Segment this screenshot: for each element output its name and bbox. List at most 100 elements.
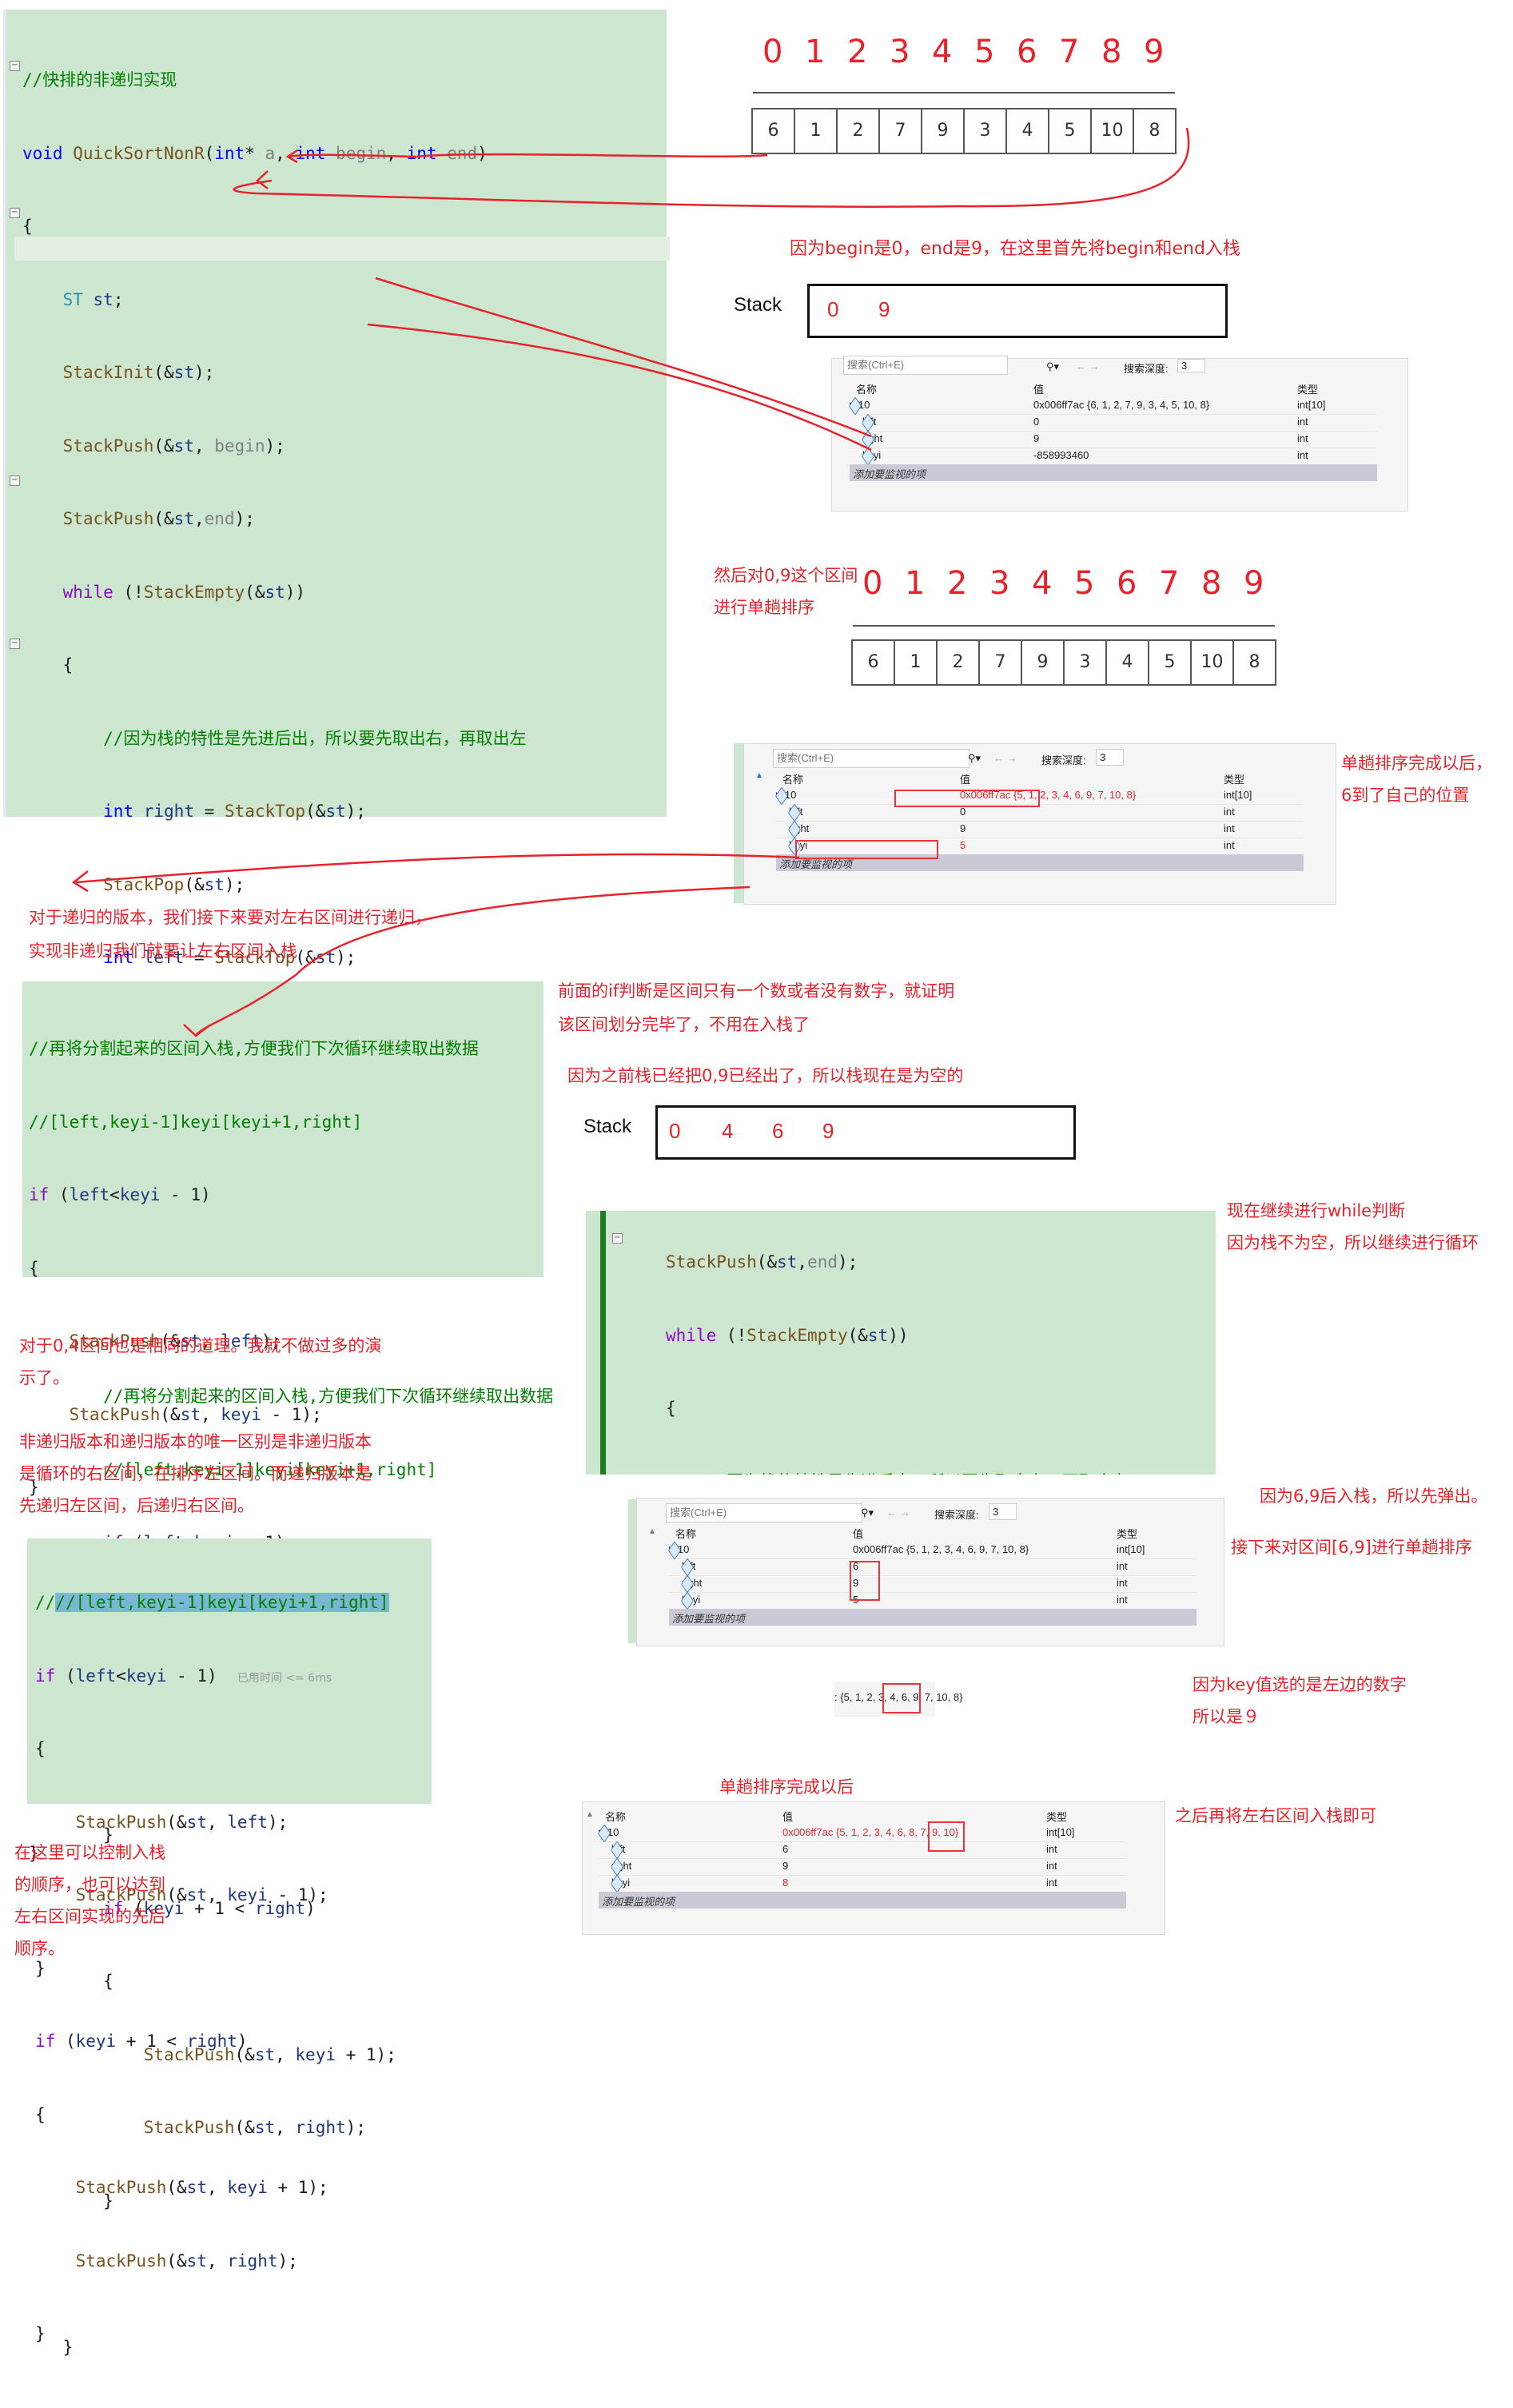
code-comment-selected[interactable]: ////[left,keyi-1]keyi[keyi+1,right] <box>35 1590 389 1615</box>
watch-search-input[interactable]: 搜索(Ctrl+E) <box>666 1503 862 1522</box>
array-cell: 6 <box>851 639 895 686</box>
array-cell: 4 <box>1105 639 1149 686</box>
search-depth-select[interactable]: 3 <box>1096 749 1125 766</box>
watch-var-name: right <box>680 1574 702 1594</box>
col-header-value[interactable]: 值 <box>960 771 970 786</box>
array-cell: 5 <box>1048 108 1092 154</box>
code-line: StackPush(&st,end); <box>666 1252 858 1272</box>
fold-toggle-if-left[interactable]: − <box>10 476 20 486</box>
fold-toggle-while[interactable]: − <box>612 1233 623 1244</box>
watch-var-value: 0x006ff7ac {6, 1, 2, 7, 9, 3, 4, 5, 10, … <box>1033 399 1210 411</box>
array-index-label: 8 <box>1101 34 1122 70</box>
search-icon[interactable]: ⚲▾ <box>861 1506 874 1519</box>
code-comment: //[left,keyi-1]keyi[keyi+1,right] <box>29 1112 363 1132</box>
add-watch-item[interactable]: 添加要监视的项 <box>669 1609 1196 1626</box>
add-watch-item[interactable]: 添加要监视的项 <box>850 464 1377 481</box>
array-cell: 10 <box>1090 108 1134 154</box>
watch-row[interactable]: keyi -858993460 int <box>850 447 1377 466</box>
code-line: if (left<keyi - 1) 已用时间 <= 6ms <box>35 1666 332 1686</box>
stack-value: 9 <box>822 1119 834 1143</box>
watch-row[interactable]: ▶a,100x006ff7ac {5, 1, 2, 3, 4, 6, 9, 7,… <box>774 786 1304 806</box>
col-header-name[interactable]: 名称 <box>605 1809 626 1824</box>
nav-arrows[interactable]: ← → <box>886 1506 910 1518</box>
watch-search-input[interactable]: 搜索(Ctrl+E) <box>843 356 1008 375</box>
variable-icon <box>667 1541 682 1560</box>
array-cell: 1 <box>894 639 938 686</box>
fold-toggle-if-right[interactable]: − <box>10 639 20 649</box>
code-line: StackPush(&st, right); <box>75 2251 298 2271</box>
search-depth-select[interactable]: 3 <box>989 1503 1017 1520</box>
search-icon[interactable]: ⚲▾ <box>1046 360 1059 373</box>
search-depth-select[interactable]: 3 <box>1177 359 1206 372</box>
col-header-type[interactable]: 类型 <box>1117 1526 1137 1541</box>
watch-var-name: right <box>787 820 809 839</box>
nav-arrows[interactable]: ← → <box>993 752 1017 764</box>
col-header-name[interactable]: 名称 <box>856 381 877 396</box>
fold-toggle-while[interactable]: − <box>10 208 20 218</box>
watch-var-type: int[10] <box>1297 399 1326 411</box>
col-header-value[interactable]: 值 <box>782 1809 793 1824</box>
code-line: ST st; <box>62 289 124 309</box>
array-cell: 2 <box>936 639 980 686</box>
array-cell: 8 <box>1133 108 1177 154</box>
array-cell: 7 <box>978 639 1022 686</box>
stack-value: 0 <box>669 1119 681 1143</box>
variable-icon <box>787 803 802 822</box>
watch-row[interactable]: left6int <box>669 1558 1196 1577</box>
scroll-up-icon[interactable]: ▲ <box>648 1527 656 1536</box>
watch-search-input[interactable]: 搜索(Ctrl+E) <box>773 749 970 768</box>
watch-var-type: int <box>1117 1560 1128 1572</box>
array-cell: 8 <box>1232 639 1276 686</box>
watch-var-type: int <box>1117 1594 1128 1606</box>
code-line: if (keyi + 1 < right) <box>35 2032 248 2051</box>
watch-var-name: right <box>861 430 882 449</box>
highlight-left-right <box>850 1561 880 1601</box>
code-line: } <box>35 2324 46 2343</box>
col-header-name[interactable]: 名称 <box>675 1526 696 1541</box>
col-header-type[interactable]: 类型 <box>1046 1809 1067 1824</box>
code-line-push-end: StackPush(&st,end); <box>62 509 255 528</box>
col-header-type[interactable]: 类型 <box>1224 771 1244 786</box>
array-index-label: 3 <box>890 34 910 70</box>
note-recursive-2: 实现非递归我们就要让左右区间入栈 <box>29 941 297 961</box>
watch-row[interactable]: right9int <box>669 1574 1196 1594</box>
note-recursive-1: 对于递归的版本，我们接下来要对左右区间进行递归， <box>29 908 432 927</box>
watch-row[interactable]: keyi5int <box>669 1591 1196 1610</box>
watch-row[interactable]: ▶a,100x006ff7ac {5, 1, 2, 3, 4, 6, 8, 7,… <box>597 1824 1126 1843</box>
search-icon[interactable]: ⚲▾ <box>968 752 981 765</box>
search-depth-label: 搜索深度: <box>1041 754 1086 766</box>
highlight-array <box>894 790 1040 807</box>
note-diff-2: 是循环的右区间，在排序左区间。而递归版本是 <box>19 1464 372 1483</box>
array-index-label: 4 <box>932 34 953 70</box>
scroll-up-icon[interactable]: ▲ <box>586 1810 594 1819</box>
watch-var-type: int <box>1297 416 1308 428</box>
array-diagram-2: 0123456789 6 1 2 7 9 3 4 5 10 8 <box>851 565 1299 691</box>
col-header-type[interactable]: 类型 <box>1297 381 1318 396</box>
watch-var-type: int <box>1046 1877 1057 1889</box>
col-header-value[interactable]: 值 <box>853 1526 863 1541</box>
note-if-check-1: 前面的if判断是区间只有一个数或者没有数字，就证明 <box>558 981 955 1001</box>
watch-row[interactable]: ▶a,10 0x006ff7ac {6, 1, 2, 7, 9, 3, 4, 5,… <box>848 396 1377 416</box>
col-header-name[interactable]: 名称 <box>782 771 803 786</box>
variable-icon <box>861 447 875 466</box>
watch-row[interactable]: left6int <box>599 1841 1126 1860</box>
watch-row[interactable]: right9int <box>599 1857 1126 1877</box>
code-line: { <box>35 2104 46 2124</box>
fold-toggle-function[interactable]: − <box>10 61 20 71</box>
watch-row[interactable]: left 0 int <box>776 803 1304 822</box>
highlight-right-part <box>882 1683 921 1713</box>
watch-row[interactable]: keyi 8 int <box>599 1874 1126 1893</box>
stack-value: 6 <box>772 1119 784 1143</box>
watch-row[interactable]: ▶a,100x006ff7ac {5, 1, 2, 3, 4, 6, 9, 7,… <box>667 1541 1196 1560</box>
watch-var-name: left <box>610 1841 625 1860</box>
scroll-up-icon[interactable]: ▲ <box>755 771 763 780</box>
add-watch-item[interactable]: 添加要监视的项 <box>599 1892 1126 1908</box>
col-header-value[interactable]: 值 <box>1033 381 1044 396</box>
nav-arrows[interactable]: ← → <box>1076 360 1100 372</box>
watch-row[interactable]: right9int <box>850 430 1377 449</box>
code-line: while (!StackEmpty(&st)) <box>666 1325 909 1345</box>
watch-row[interactable]: right9int <box>776 820 1304 839</box>
code-line: StackInit(&st); <box>62 363 215 382</box>
stack-value: 9 <box>878 297 890 321</box>
watch-row[interactable]: left 0 int <box>850 413 1377 432</box>
